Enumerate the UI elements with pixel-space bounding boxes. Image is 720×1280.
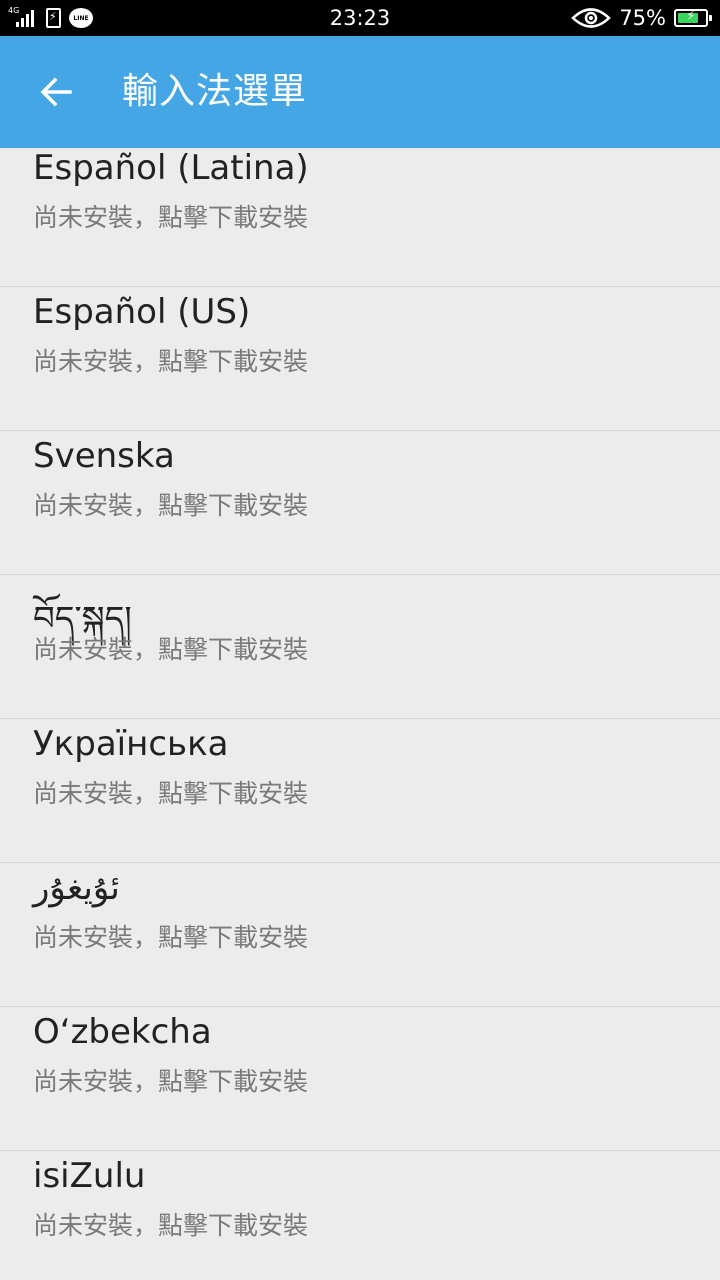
language-name: ئۇيغۇر: [33, 868, 120, 908]
install-status: 尚未安裝，點擊下載安裝: [33, 1067, 309, 1096]
install-status: 尚未安裝，點擊下載安裝: [33, 1211, 309, 1240]
language-name: isiZulu: [33, 1156, 146, 1196]
list-item[interactable]: Español (US) 尚未安裝，點擊下載安裝: [0, 287, 720, 431]
install-status: 尚未安裝，點擊下載安裝: [33, 635, 309, 664]
charging-bolt-icon: ⚡: [686, 9, 696, 24]
list-item[interactable]: Español (Latina) 尚未安裝，點擊下載安裝: [0, 148, 720, 287]
install-status: 尚未安裝，點擊下載安裝: [33, 779, 309, 808]
list-item[interactable]: isiZulu 尚未安裝，點擊下載安裝: [0, 1151, 720, 1280]
language-name: O‘zbekcha: [33, 1012, 212, 1052]
battery-percent: 75%: [619, 6, 666, 30]
eye-icon: [571, 7, 612, 29]
list-item[interactable]: ئۇيغۇر 尚未安裝，點擊下載安裝: [0, 863, 720, 1007]
page-title: 輸入法選單: [122, 71, 308, 112]
status-bar: 4G LINE 23:23 75% ⚡: [0, 0, 720, 36]
install-status: 尚未安裝，點擊下載安裝: [33, 923, 309, 952]
list-item[interactable]: Svenska 尚未安裝，點擊下載安裝: [0, 431, 720, 575]
language-list[interactable]: Español (Latina) 尚未安裝，點擊下載安裝 Español (US…: [0, 148, 720, 1280]
list-item[interactable]: O‘zbekcha 尚未安裝，點擊下載安裝: [0, 1007, 720, 1151]
battery-icon: ⚡: [674, 9, 712, 27]
install-status: 尚未安裝，點擊下載安裝: [33, 491, 309, 520]
list-item[interactable]: བོད་སྐད། 尚未安裝，點擊下載安裝: [0, 575, 720, 719]
language-name: Español (US): [33, 292, 251, 332]
language-name: Українська: [33, 724, 229, 764]
back-arrow-icon: [40, 77, 72, 107]
back-button[interactable]: [26, 62, 86, 122]
language-name: Español (Latina): [33, 148, 309, 188]
language-name: Svenska: [33, 436, 175, 476]
app-bar: 輸入法選單: [0, 36, 720, 148]
install-status: 尚未安裝，點擊下載安裝: [33, 203, 309, 232]
install-status: 尚未安裝，點擊下載安裝: [33, 347, 309, 376]
status-bar-right: 75% ⚡: [571, 0, 712, 36]
list-item[interactable]: Українська 尚未安裝，點擊下載安裝: [0, 719, 720, 863]
